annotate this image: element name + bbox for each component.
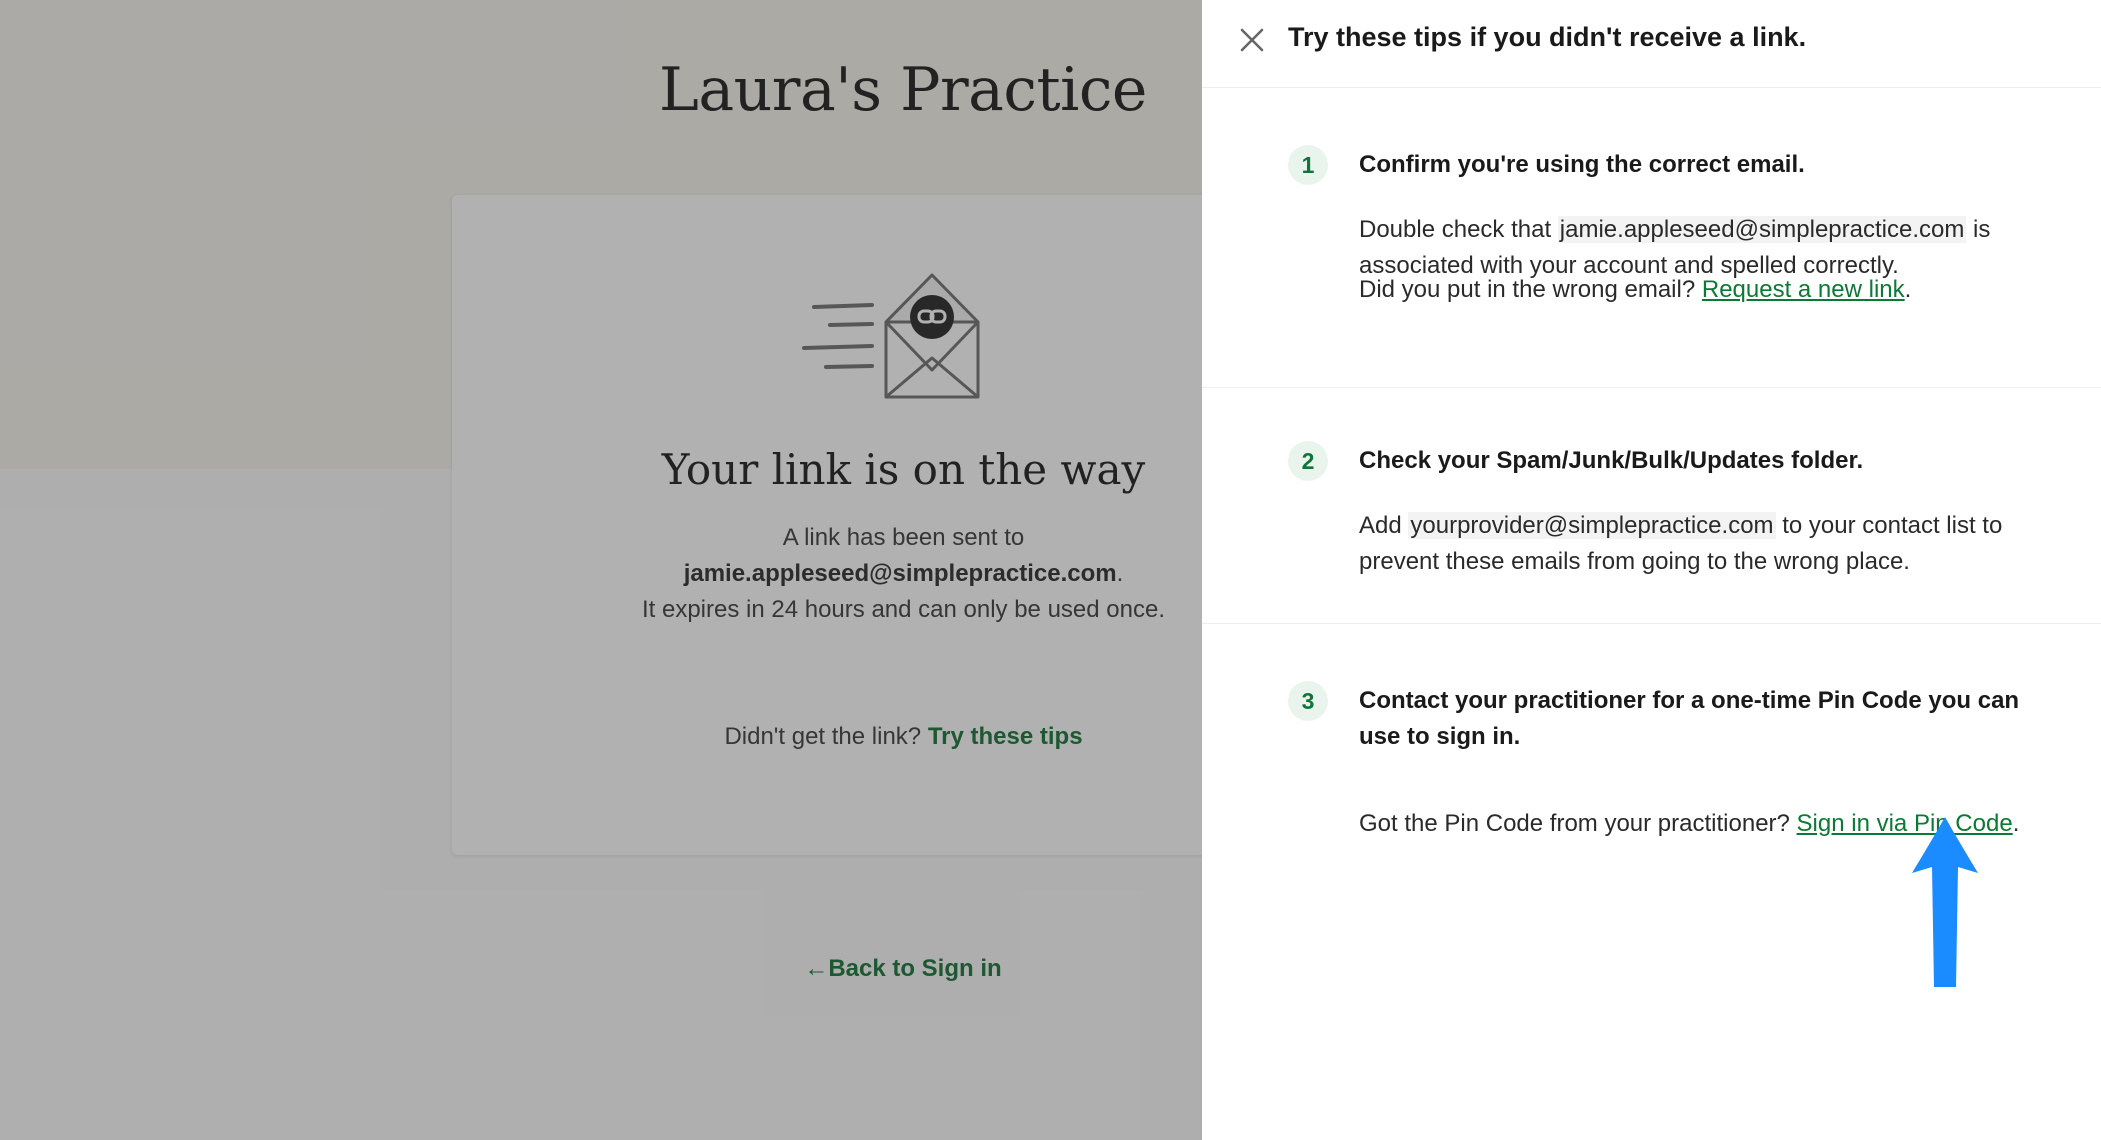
request-new-link[interactable]: Request a new link bbox=[1702, 276, 1905, 303]
step-number-badge: 1 bbox=[1288, 145, 1328, 185]
tip-body: Add yourprovider@simplepractice.com to y… bbox=[1359, 512, 2003, 575]
tip-followup: Did you put in the wrong email? Request … bbox=[1359, 276, 1912, 303]
tip-heading: Contact your practitioner for a one-time… bbox=[1359, 687, 2020, 750]
modal-backdrop[interactable] bbox=[0, 0, 1202, 1140]
pointer-arrow-annotation bbox=[1912, 817, 1978, 987]
tip-item: 2 Check your Spam/Junk/Bulk/Updates fold… bbox=[1202, 388, 2101, 624]
tips-drawer: Try these tips if you didn't receive a l… bbox=[1202, 0, 2101, 1140]
step-number-badge: 2 bbox=[1288, 441, 1328, 481]
close-icon[interactable] bbox=[1238, 26, 1266, 54]
tip-heading: Confirm you're using the correct email. bbox=[1359, 151, 1805, 178]
drawer-header: Try these tips if you didn't receive a l… bbox=[1202, 0, 2101, 88]
tip-item: 1 Confirm you're using the correct email… bbox=[1202, 88, 2101, 388]
drawer-title: Try these tips if you didn't receive a l… bbox=[1288, 22, 1807, 52]
sign-in-via-pin-code-link[interactable]: Sign in via Pin Code bbox=[1797, 810, 2013, 837]
tip-heading: Check your Spam/Junk/Bulk/Updates folder… bbox=[1359, 447, 1864, 474]
step-number-badge: 3 bbox=[1288, 681, 1328, 721]
account-email: jamie.appleseed@simplepractice.com bbox=[1557, 216, 1967, 243]
provider-email: yourprovider@simplepractice.com bbox=[1408, 512, 1776, 539]
